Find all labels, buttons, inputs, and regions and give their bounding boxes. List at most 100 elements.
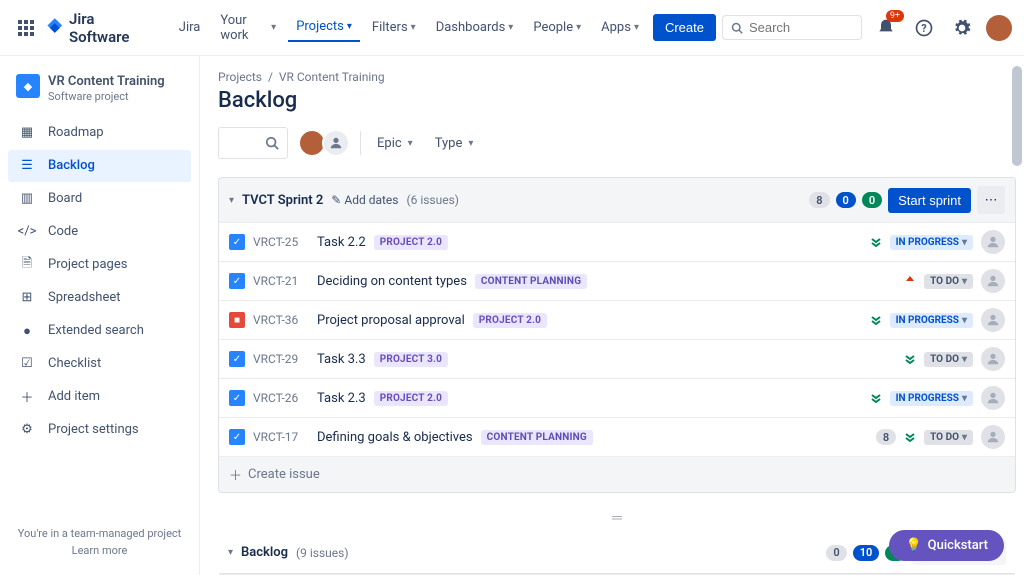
sidebar-add-item[interactable]: ＋Add item: [8, 381, 191, 413]
issue-row[interactable]: ■ VRCT-36 Project proposal approval PROJ…: [219, 300, 1015, 339]
task-icon: ✓: [229, 351, 245, 367]
app-switcher-icon[interactable]: [12, 14, 39, 42]
logo[interactable]: Jira Software: [45, 10, 156, 46]
issue-summary: Task 2.3: [317, 391, 366, 406]
project-type: Software project: [48, 90, 165, 103]
assignee-icon[interactable]: [981, 230, 1005, 254]
sidebar-learn-more[interactable]: Learn more: [72, 544, 128, 557]
lightbulb-icon: 💡: [905, 538, 921, 553]
section-divider[interactable]: ═: [218, 503, 1016, 532]
sidebar-footer-text: You're in a team-managed project: [16, 526, 183, 543]
settings-icon[interactable]: [948, 14, 976, 42]
status-lozenge[interactable]: TO DO ▾: [924, 274, 973, 289]
global-search[interactable]: [722, 15, 862, 40]
nav-people[interactable]: People▾: [525, 14, 589, 41]
sidebar-spreadsheet[interactable]: ⊞Spreadsheet: [8, 282, 191, 314]
priority-icon: [870, 314, 882, 326]
sidebar-pages[interactable]: 🗎Project pages: [8, 249, 191, 281]
status-lozenge[interactable]: TO DO ▾: [924, 352, 973, 367]
nav-apps[interactable]: Apps▾: [593, 14, 647, 41]
issue-key: VRCT-21: [253, 274, 309, 288]
sidebar-checklist[interactable]: ☑Checklist: [8, 348, 191, 380]
status-lozenge[interactable]: IN PROGRESS ▾: [890, 313, 973, 328]
project-name: VR Content Training: [48, 74, 165, 90]
sidebar-code[interactable]: </>Code: [8, 216, 191, 248]
estimate-progress: 0: [836, 192, 856, 208]
estimate-done: 0: [862, 192, 882, 208]
assignee-icon[interactable]: [981, 269, 1005, 293]
issue-key: VRCT-25: [253, 235, 309, 249]
issue-key: VRCT-29: [253, 352, 309, 366]
quickstart-button[interactable]: 💡 Quickstart: [889, 530, 1004, 561]
sprint-name: TVCT Sprint 2: [242, 193, 323, 208]
issue-key: VRCT-26: [253, 391, 309, 405]
assignee-icon[interactable]: [981, 386, 1005, 410]
nav-dashboards[interactable]: Dashboards▾: [428, 14, 522, 41]
nav-jira[interactable]: Jira: [171, 14, 209, 41]
svg-text:?: ?: [921, 22, 926, 35]
task-icon: ✓: [229, 390, 245, 406]
add-dates-button[interactable]: ✎Add dates: [331, 193, 398, 207]
estimate-todo: 8: [809, 192, 829, 208]
issue-key: VRCT-17: [253, 430, 309, 444]
project-icon: ◆: [16, 74, 40, 98]
issue-summary: Defining goals & objectives: [317, 430, 473, 445]
epic-tag[interactable]: PROJECT 2.0: [374, 235, 448, 250]
breadcrumb: Projects / VR Content Training: [218, 70, 1016, 84]
epic-filter[interactable]: Epic▾: [371, 132, 419, 155]
status-lozenge[interactable]: IN PROGRESS ▾: [890, 391, 973, 406]
task-icon: ✓: [229, 234, 245, 250]
sidebar-backlog[interactable]: ☰Backlog: [8, 150, 191, 182]
help-icon[interactable]: ?: [910, 14, 938, 42]
collapse-icon[interactable]: ▾: [228, 547, 233, 558]
status-lozenge[interactable]: IN PROGRESS ▾: [890, 235, 973, 250]
assignee-filter[interactable]: [298, 129, 350, 157]
issue-summary: Task 3.3: [317, 352, 366, 367]
nav-projects[interactable]: Projects▾: [288, 13, 360, 42]
sidebar-settings[interactable]: ⚙Project settings: [8, 414, 191, 446]
sidebar-ext-search[interactable]: ●Extended search: [8, 315, 191, 347]
sidebar-roadmap[interactable]: ▦Roadmap: [8, 117, 191, 149]
create-button[interactable]: Create: [653, 14, 716, 41]
user-avatar[interactable]: [986, 15, 1012, 41]
story-icon: ■: [229, 312, 245, 328]
epic-tag[interactable]: CONTENT PLANNING: [475, 274, 587, 289]
epic-tag[interactable]: PROJECT 2.0: [374, 391, 448, 406]
issue-row[interactable]: ✓ VRCT-21 Deciding on content types CONT…: [219, 261, 1015, 300]
nav-filters[interactable]: Filters▾: [364, 14, 424, 41]
scrollbar[interactable]: [1012, 66, 1022, 166]
issue-summary: Deciding on content types: [317, 274, 467, 289]
epic-tag[interactable]: PROJECT 2.0: [473, 313, 547, 328]
sidebar-board[interactable]: ▥Board: [8, 183, 191, 215]
estimate-progress: 10: [853, 545, 880, 561]
issue-row[interactable]: ✓ VRCT-25 Task 2.2 PROJECT 2.0 IN PROGRE…: [219, 222, 1015, 261]
collapse-icon[interactable]: ▾: [229, 195, 234, 206]
backlog-name: Backlog: [241, 545, 288, 560]
assignee-icon[interactable]: [981, 347, 1005, 371]
assignee-icon[interactable]: [981, 308, 1005, 332]
assignee-icon[interactable]: [981, 425, 1005, 449]
create-issue-button[interactable]: ＋Create issue: [219, 456, 1015, 492]
start-sprint-button[interactable]: Start sprint: [888, 188, 971, 213]
priority-icon: [904, 353, 916, 365]
priority-icon: [904, 275, 916, 287]
issue-key: VRCT-36: [253, 313, 309, 327]
epic-tag[interactable]: CONTENT PLANNING: [481, 430, 593, 445]
sprint-issue-count: (6 issues): [406, 193, 458, 207]
issue-row[interactable]: ✓ VRCT-17 Defining goals & objectives CO…: [219, 417, 1015, 456]
type-filter[interactable]: Type▾: [429, 132, 480, 155]
issue-row[interactable]: ✓ VRCT-29 Task 3.3 PROJECT 3.0 TO DO ▾: [219, 339, 1015, 378]
task-icon: ✓: [229, 273, 245, 289]
notifications-icon[interactable]: 9+: [872, 14, 900, 42]
epic-tag[interactable]: PROJECT 3.0: [374, 352, 448, 367]
nav-your-work[interactable]: Your work▾: [212, 7, 284, 49]
search-input[interactable]: [749, 20, 853, 35]
issue-row[interactable]: ✓ VRCT-26 Task 2.3 PROJECT 2.0 IN PROGRE…: [219, 378, 1015, 417]
sprint-more-button[interactable]: ⋯: [977, 186, 1005, 214]
estimate-todo: 0: [826, 545, 846, 561]
notification-badge: 9+: [886, 10, 904, 22]
issue-summary: Project proposal approval: [317, 313, 465, 328]
app-name: Jira Software: [69, 10, 157, 46]
status-lozenge[interactable]: TO DO ▾: [924, 430, 973, 445]
backlog-search[interactable]: [218, 127, 288, 159]
